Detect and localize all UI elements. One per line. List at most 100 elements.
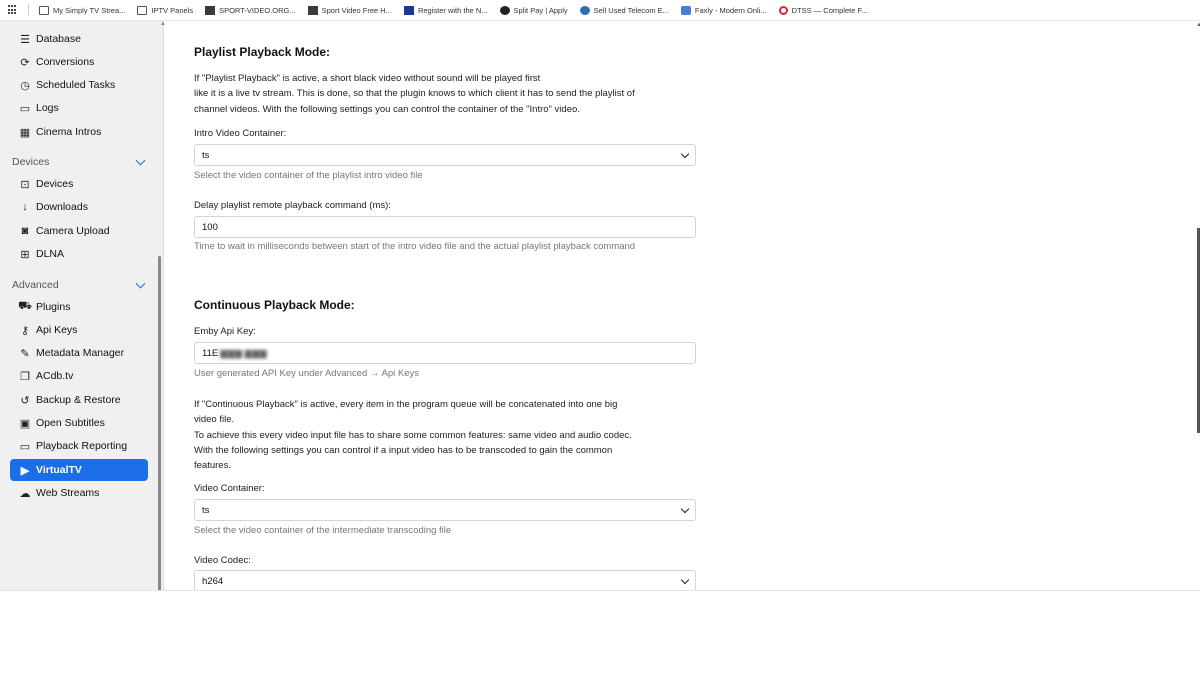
chevron-down-icon: [680, 149, 690, 159]
site-icon: [205, 5, 216, 15]
sidebar-item-open-subtitles[interactable]: ▣ Open Subtitles: [10, 412, 148, 434]
play-icon: ▶: [20, 464, 30, 477]
delay-help: Time to wait in milliseconds between sta…: [194, 241, 636, 252]
sidebar-item-cinema-intros[interactable]: ▦ Cinema Intros: [10, 121, 148, 143]
section-devices[interactable]: Devices: [12, 155, 148, 168]
pencil-icon: ✎: [20, 347, 30, 360]
bookmark-label: DTSS — Complete F...: [791, 5, 868, 15]
playlist-desc-line: If "Playlist Playback" is active, a shor…: [194, 73, 541, 84]
sidebar-item-database[interactable]: ☰ Database: [10, 28, 148, 50]
folder-icon: [137, 5, 148, 15]
bookmark-label: Register with the N...: [417, 5, 488, 15]
sidebar-item-label: Api Keys: [36, 324, 78, 336]
bookmark-item[interactable]: Register with the N...: [403, 5, 488, 15]
sidebar-item-label: Logs: [36, 102, 59, 114]
bookmark-label: SPORT-VIDEO.ORG...: [219, 5, 296, 15]
sidebar-item-metadata-manager[interactable]: ✎ Metadata Manager: [10, 342, 148, 364]
intro-container-label: Intro Video Container:: [194, 128, 287, 139]
scroll-up-arrow-icon[interactable]: ▲: [1196, 22, 1200, 28]
bookmark-item[interactable]: My Simply TV Strea...: [39, 5, 126, 15]
continuous-desc-line: features.: [194, 460, 231, 472]
database-icon: ☰: [20, 33, 30, 46]
cloud-icon: ☁: [19, 487, 31, 500]
folder-icon: ▭: [19, 440, 31, 453]
devices-icon: ⊡: [20, 178, 30, 191]
folder-open-icon: ▭: [19, 102, 31, 115]
sidebar-item-label: DLNA: [36, 248, 65, 260]
sidebar-item-conversions[interactable]: ⟳ Conversions: [10, 51, 148, 73]
sidebar-item-acdb[interactable]: ❐ ACdb.tv: [10, 365, 148, 387]
site-icon: [680, 5, 691, 15]
copy-icon: ❐: [20, 370, 30, 383]
bookmark-label: Sport Video Free H...: [321, 5, 392, 15]
video-container-select[interactable]: ts: [194, 499, 696, 521]
api-key-help: User generated API Key under Advanced → …: [194, 368, 419, 379]
video-codec-label: Video Codec:: [194, 555, 251, 566]
sidebar-item-label: Camera Upload: [36, 225, 110, 237]
bookmarks-separator: [28, 4, 29, 16]
sidebar-item-web-streams[interactable]: ☁ Web Streams: [10, 482, 148, 504]
bookmark-label: Sell Used Telecom E...: [593, 5, 669, 15]
api-key-label: Emby Api Key:: [194, 326, 256, 337]
intro-container-select[interactable]: ts: [194, 144, 696, 166]
video-codec-select[interactable]: h264: [194, 570, 696, 591]
site-icon: [403, 5, 414, 15]
sidebar-item-label: VirtualTV: [36, 464, 82, 476]
sidebar-item-devices[interactable]: ⊡ Devices: [10, 173, 148, 195]
continuous-desc-line: To achieve this every video input file h…: [194, 429, 632, 441]
api-key-masked: ▆▆▆ ▆▆▆: [220, 347, 267, 359]
chevron-down-icon[interactable]: [135, 155, 146, 165]
intro-container-value: ts: [202, 149, 210, 161]
delay-label: Delay playlist remote playback command (…: [194, 200, 391, 211]
sidebar-item-label: ACdb.tv: [36, 370, 74, 382]
bookmark-item[interactable]: Faxly - Modern Onli...: [680, 5, 767, 15]
bookmark-item[interactable]: IPTV Panels: [137, 5, 194, 15]
film-icon: ▦: [19, 126, 31, 139]
sidebar-item-dlna[interactable]: ⊞ DLNA: [10, 243, 148, 265]
sidebar-item-label: Conversions: [36, 56, 95, 68]
video-container-value: ts: [202, 504, 210, 516]
sidebar-item-label: Playback Reporting: [36, 440, 128, 452]
api-key-input[interactable]: 11E ▆▆▆ ▆▆▆: [194, 342, 696, 364]
section-advanced[interactable]: Advanced: [12, 278, 148, 291]
bookmark-item[interactable]: DTSS — Complete F...: [778, 5, 868, 15]
site-icon: [307, 5, 318, 15]
api-key-value: 11E: [202, 347, 219, 359]
clock-icon: ◷: [20, 79, 30, 92]
site-icon: [499, 5, 510, 15]
bookmark-item[interactable]: Sell Used Telecom E...: [579, 5, 669, 15]
sidebar-item-plugins[interactable]: ⛟ Plugins: [10, 296, 148, 318]
bookmark-label: My Simply TV Strea...: [53, 5, 126, 15]
bookmark-item[interactable]: Sport Video Free H...: [307, 5, 392, 15]
sidebar-item-logs[interactable]: ▭ Logs: [10, 97, 148, 119]
bookmark-label: IPTV Panels: [151, 5, 194, 15]
chevron-down-icon: [680, 575, 690, 585]
sidebar-item-playback-reporting[interactable]: ▭ Playback Reporting: [10, 435, 148, 457]
sidebar-item-label: Backup & Restore: [36, 394, 121, 406]
sidebar-item-camera-upload[interactable]: ◙ Camera Upload: [10, 220, 148, 242]
bookmark-item[interactable]: SPORT-VIDEO.ORG...: [205, 5, 296, 15]
delay-input[interactable]: 100: [194, 216, 696, 238]
bookmark-label: Split Pay | Apply: [513, 5, 568, 15]
section-title: Devices: [12, 156, 50, 168]
sidebar-item-virtualtv[interactable]: ▶ VirtualTV: [10, 459, 148, 481]
apps-grid-icon[interactable]: [8, 5, 18, 15]
sidebar-item-api-keys[interactable]: ⚷ Api Keys: [10, 319, 148, 341]
bookmark-item[interactable]: Split Pay | Apply: [499, 5, 568, 15]
conversions-icon: ⟳: [20, 56, 30, 69]
subtitles-icon: ▣: [19, 417, 31, 430]
bookmark-label: Faxly - Modern Onli...: [694, 5, 767, 15]
wordpress-icon: [579, 5, 590, 15]
chevron-down-icon[interactable]: [135, 278, 146, 288]
dlna-icon: ⊞: [20, 248, 30, 261]
continuous-desc-line: video file.: [194, 414, 235, 426]
sidebar-item-scheduled-tasks[interactable]: ◷ Scheduled Tasks: [10, 74, 148, 96]
sidebar: ▲ ☰ Database ⟳ Conversions ◷ Scheduled Task…: [0, 21, 166, 591]
sidebar-item-backup-restore[interactable]: ↺ Backup & Restore: [10, 389, 148, 411]
sidebar-item-downloads[interactable]: ↓ Downloads: [10, 196, 148, 218]
sidebar-scrollbar[interactable]: [158, 256, 161, 591]
sidebar-item-label: Plugins: [36, 301, 71, 313]
video-container-help: Select the video container of the interm…: [194, 525, 452, 536]
sidebar-item-label: Downloads: [36, 201, 88, 213]
playlist-desc-line: channel videos. With the following setti…: [194, 103, 580, 115]
